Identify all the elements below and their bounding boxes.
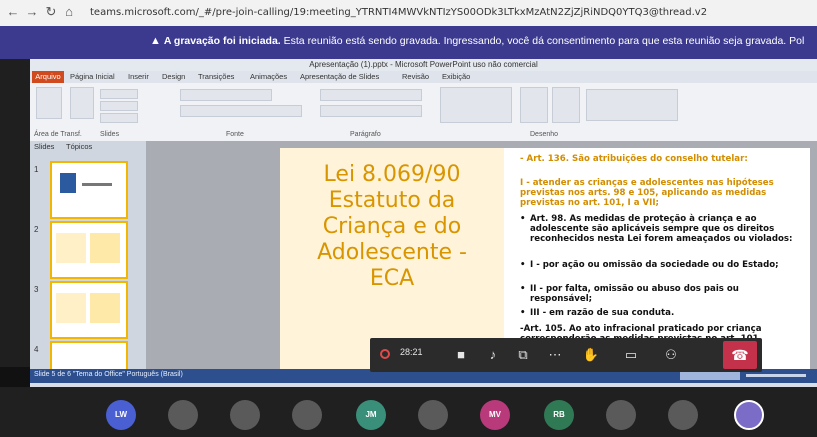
file-tab[interactable]: Arquivo	[32, 71, 64, 83]
warning-icon: ▲	[150, 35, 161, 47]
zoom-slider[interactable]	[746, 374, 806, 377]
participant-avatar[interactable]	[230, 400, 260, 430]
quick-styles-button[interactable]	[552, 87, 580, 123]
meeting-timer: 28:21	[400, 347, 423, 357]
participant-avatar[interactable]	[668, 400, 698, 430]
font-name-select[interactable]	[180, 89, 272, 101]
slide-paragraph: I - por ação ou omissão da sociedade ou …	[530, 260, 779, 270]
alignment-buttons[interactable]	[320, 105, 422, 117]
paragraph-buttons[interactable]	[320, 89, 422, 101]
participant-avatar[interactable]	[606, 400, 636, 430]
font-format-buttons[interactable]	[180, 105, 302, 117]
slide-thumbnail-2[interactable]	[50, 221, 128, 279]
bullet: •	[520, 260, 526, 270]
logo-icon	[60, 173, 76, 193]
pane-tab-outline[interactable]: Tópicos	[66, 142, 92, 151]
chat-icon[interactable]: ▭	[622, 346, 640, 364]
tab-transitions[interactable]: Transições	[198, 72, 234, 81]
shapes-gallery[interactable]	[440, 87, 512, 123]
notice-bold: A gravação foi iniciada.	[163, 35, 281, 47]
back-icon[interactable]: ←	[6, 5, 20, 19]
thumb-block	[90, 293, 120, 323]
participant-avatar[interactable]	[168, 400, 198, 430]
reload-icon[interactable]: ↻	[44, 5, 58, 19]
group-clipboard: Área de Transf.	[34, 131, 82, 138]
microphone-icon[interactable]: ♪	[484, 346, 502, 364]
section-button[interactable]	[100, 113, 138, 123]
more-options-icon[interactable]: ⋯	[546, 346, 564, 364]
pane-tab-slides[interactable]: Slides	[34, 142, 54, 151]
tab-animations[interactable]: Animações	[250, 72, 287, 81]
slide-thumbnail-3[interactable]	[50, 281, 128, 339]
group-slides: Slides	[100, 131, 120, 138]
tab-home[interactable]: Página Inicial	[70, 72, 115, 81]
group-drawing: Desenho	[530, 131, 559, 138]
ppt-ribbon: Área de Transf. Slides Fonte Parágrafo D…	[30, 83, 817, 142]
slide-number: 1	[34, 165, 39, 174]
thumb-block	[90, 233, 120, 263]
participants-icon[interactable]: ⚇	[662, 346, 680, 364]
participant-avatar[interactable]	[292, 400, 322, 430]
new-slide-button[interactable]	[70, 87, 94, 119]
paste-button[interactable]	[36, 87, 62, 119]
participant-avatar[interactable]: LW	[106, 400, 136, 430]
arrange-button[interactable]	[520, 87, 548, 123]
tab-slideshow[interactable]: Apresentação de Slides	[300, 72, 379, 81]
ppt-title-bar: Apresentação (1).pptx - Microsoft PowerP…	[30, 59, 817, 71]
self-video	[0, 367, 30, 387]
tab-view[interactable]: Exibição	[442, 72, 470, 81]
recording-notice-text: ▲ A gravação foi iniciada. Esta reunião …	[150, 35, 804, 47]
slide-number: 4	[34, 345, 39, 354]
participant-avatar[interactable]	[734, 400, 764, 430]
slide-paragraph: Art. 98. As medidas de proteção à crianç…	[530, 214, 793, 244]
slide-number: 3	[34, 285, 39, 294]
bullet: •	[520, 214, 526, 224]
participant-avatar[interactable]: MV	[480, 400, 510, 430]
slide-number: 2	[34, 225, 39, 234]
home-icon[interactable]: ⌂	[62, 5, 76, 19]
thumb-block	[56, 293, 86, 323]
browser-toolbar: ← → ↻ ⌂ teams.microsoft.com/_#/pre-join-…	[0, 0, 817, 27]
tab-review[interactable]: Revisão	[402, 72, 429, 81]
tab-design[interactable]: Design	[162, 72, 185, 81]
slide-paragraph: II - por falta, omissão ou abuso dos pai…	[530, 284, 739, 304]
hang-up-button[interactable]: ☎	[723, 341, 757, 369]
address-bar[interactable]: teams.microsoft.com/_#/pre-join-calling/…	[90, 4, 810, 21]
slide-paragraph: III - em razão de sua conduta.	[530, 308, 675, 318]
shape-format-buttons[interactable]	[586, 89, 678, 121]
slide-title: Lei 8.069/90 Estatuto da Criança e do Ad…	[317, 162, 467, 291]
thumb-text	[82, 183, 112, 186]
bullet: •	[520, 284, 526, 294]
participant-avatar[interactable]: JM	[356, 400, 386, 430]
forward-icon[interactable]: →	[25, 5, 39, 19]
recording-notice-banner: ▲ A gravação foi iniciada. Esta reunião …	[0, 26, 817, 59]
participant-avatar[interactable]: RB	[544, 400, 574, 430]
bullet: •	[520, 308, 526, 318]
group-paragraph: Parágrafo	[350, 131, 381, 138]
slides-pane: Slides Tópicos 1 2 3 4	[30, 141, 146, 371]
status-text: Slide 5 de 6 "Tema do Office" Português …	[34, 371, 183, 378]
recording-icon	[380, 349, 390, 359]
participant-avatar[interactable]	[418, 400, 448, 430]
reset-button[interactable]	[100, 101, 138, 111]
layout-button[interactable]	[100, 89, 138, 99]
tab-insert[interactable]: Inserir	[128, 72, 149, 81]
thumb-block	[56, 233, 86, 263]
slide-thumbnail-1[interactable]	[50, 161, 128, 219]
slide-paragraph: I - atender as crianças e adolescentes n…	[520, 178, 774, 208]
slide-editing-area: Lei 8.069/90 Estatuto da Criança e do Ad…	[146, 141, 817, 373]
slide-thumbnail-4[interactable]	[50, 341, 128, 371]
meeting-controls	[370, 338, 762, 372]
slide-paragraph: - Art. 136. São atribuições do conselho …	[520, 154, 748, 164]
group-font: Fonte	[226, 131, 244, 138]
raise-hand-icon[interactable]: ✋	[582, 346, 600, 364]
notice-body: Esta reunião está sendo gravada. Ingress…	[280, 35, 805, 47]
camera-icon[interactable]: ■	[452, 346, 470, 364]
view-buttons[interactable]	[680, 372, 740, 380]
share-screen-icon[interactable]: ⧉	[514, 346, 532, 364]
phone-icon: ☎	[731, 347, 749, 363]
ppt-ribbon-tabs: Página Inicial Inserir Design Transições…	[30, 71, 817, 83]
